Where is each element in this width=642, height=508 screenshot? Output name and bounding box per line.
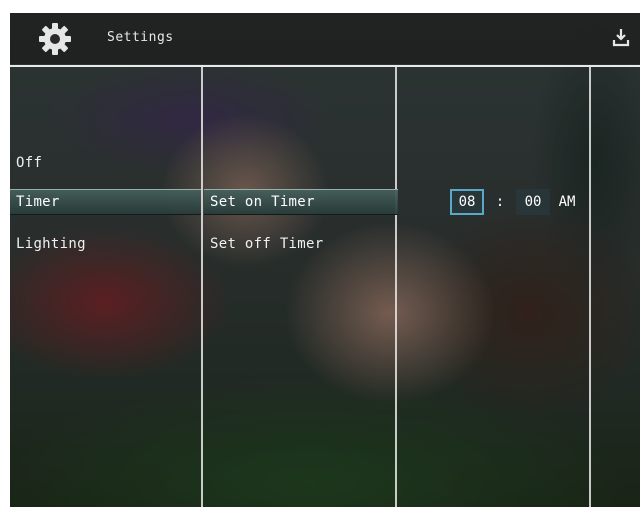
page-title: Settings xyxy=(107,30,174,45)
menu-item-label: Lighting xyxy=(16,236,86,252)
time-separator: : xyxy=(495,194,505,210)
column-divider-2 xyxy=(395,67,397,507)
menu-item-label: Set on Timer xyxy=(210,194,315,210)
header-bar: Settings xyxy=(10,13,640,64)
column-divider-3 xyxy=(589,67,591,507)
menu-item-off[interactable]: Off xyxy=(10,151,201,175)
menu-item-lighting[interactable]: Lighting xyxy=(10,232,201,256)
header-divider xyxy=(10,65,640,67)
ampm-field[interactable]: AM xyxy=(552,189,582,215)
column-divider-1 xyxy=(201,67,203,507)
menu-item-set-off-timer[interactable]: Set off Timer xyxy=(204,232,398,256)
minute-field[interactable]: 00 xyxy=(516,189,550,215)
menu-item-label: Set off Timer xyxy=(210,236,324,252)
menu-item-timer[interactable]: Timer xyxy=(10,189,201,215)
time-editor: 08 : 00 AM xyxy=(398,189,602,215)
hour-field[interactable]: 08 xyxy=(450,189,484,215)
menu-item-label: Off xyxy=(16,155,43,171)
settings-screen: Settings Off Timer Lighting Set on Timer… xyxy=(10,13,640,507)
menu-item-set-on-timer[interactable]: Set on Timer xyxy=(204,189,398,215)
background-photo-overlay xyxy=(10,13,640,507)
menu-item-label: Timer xyxy=(16,194,60,210)
gear-icon xyxy=(39,23,71,55)
download-icon[interactable] xyxy=(612,27,630,47)
